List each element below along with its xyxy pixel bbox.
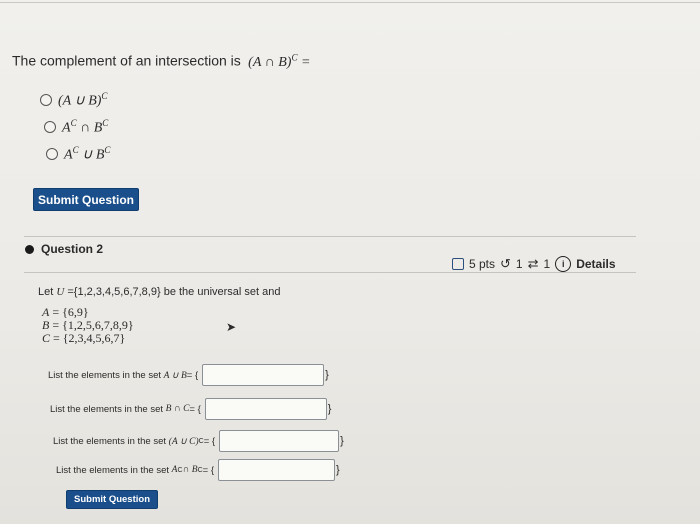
option-2[interactable]: AC ∩ BC [44, 118, 108, 137]
task-4-input[interactable] [218, 459, 336, 481]
question1-expression: (A ∩ B)C = [248, 52, 311, 70]
retries-count: 1 [515, 257, 523, 271]
option-1[interactable]: (A ∪ B)C [40, 91, 107, 110]
option-3-label: AC ∪ BC [64, 145, 111, 163]
task-2: List the elements in the set B ∩ C = { } [50, 398, 331, 420]
question2-meta: 5 pts ↺ 1 ⇄ 1 i Details [452, 256, 616, 272]
option-2-label: AC ∩ BC [62, 118, 109, 136]
set-c-definition: C = {2,3,4,5,6,7} [42, 331, 126, 345]
info-icon[interactable]: i [555, 256, 572, 272]
details-link[interactable]: Details [576, 257, 615, 271]
task-4: List the elements in the set AC ∩ B C = { … [56, 459, 340, 481]
retry-icon: ↺ [500, 256, 511, 271]
task-1: List the elements in the set A ∪ B = { } [48, 364, 329, 386]
question1-prompt: The complement of an intersection is (A … [12, 52, 311, 70]
radio-option-1[interactable] [40, 94, 52, 107]
attempts-count: 1 [543, 257, 551, 271]
edit-icon [452, 258, 464, 270]
points: 5 pts [469, 257, 496, 271]
quiz-page: The complement of an intersection is (A … [0, 0, 700, 524]
option-3[interactable]: AC ∪ BC [46, 145, 110, 164]
question2-header-divider [24, 272, 636, 273]
universal-set-intro: Let U ={1,2,3,4,5,6,7,8,9} be the univer… [38, 286, 281, 298]
task-3: List the elements in the set (A ∪ C) C = {… [53, 430, 344, 452]
question2-title: Question 2 [41, 242, 104, 256]
task-1-input[interactable] [202, 364, 325, 386]
mouse-cursor-icon: ➤ [226, 320, 237, 334]
submit-question-2-button[interactable]: Submit Question [66, 490, 158, 509]
task-3-input[interactable] [219, 430, 340, 452]
radio-option-3[interactable] [46, 148, 58, 161]
top-divider [0, 2, 700, 3]
question2-top-divider [24, 236, 636, 237]
task-2-input[interactable] [204, 398, 327, 420]
attempts-icon: ⇄ [527, 256, 539, 271]
radio-option-2[interactable] [44, 121, 56, 134]
question-bullet-icon [25, 245, 34, 254]
submit-question-1-button[interactable]: Submit Question [33, 188, 139, 211]
option-1-label: (A ∪ B)C [58, 91, 108, 109]
